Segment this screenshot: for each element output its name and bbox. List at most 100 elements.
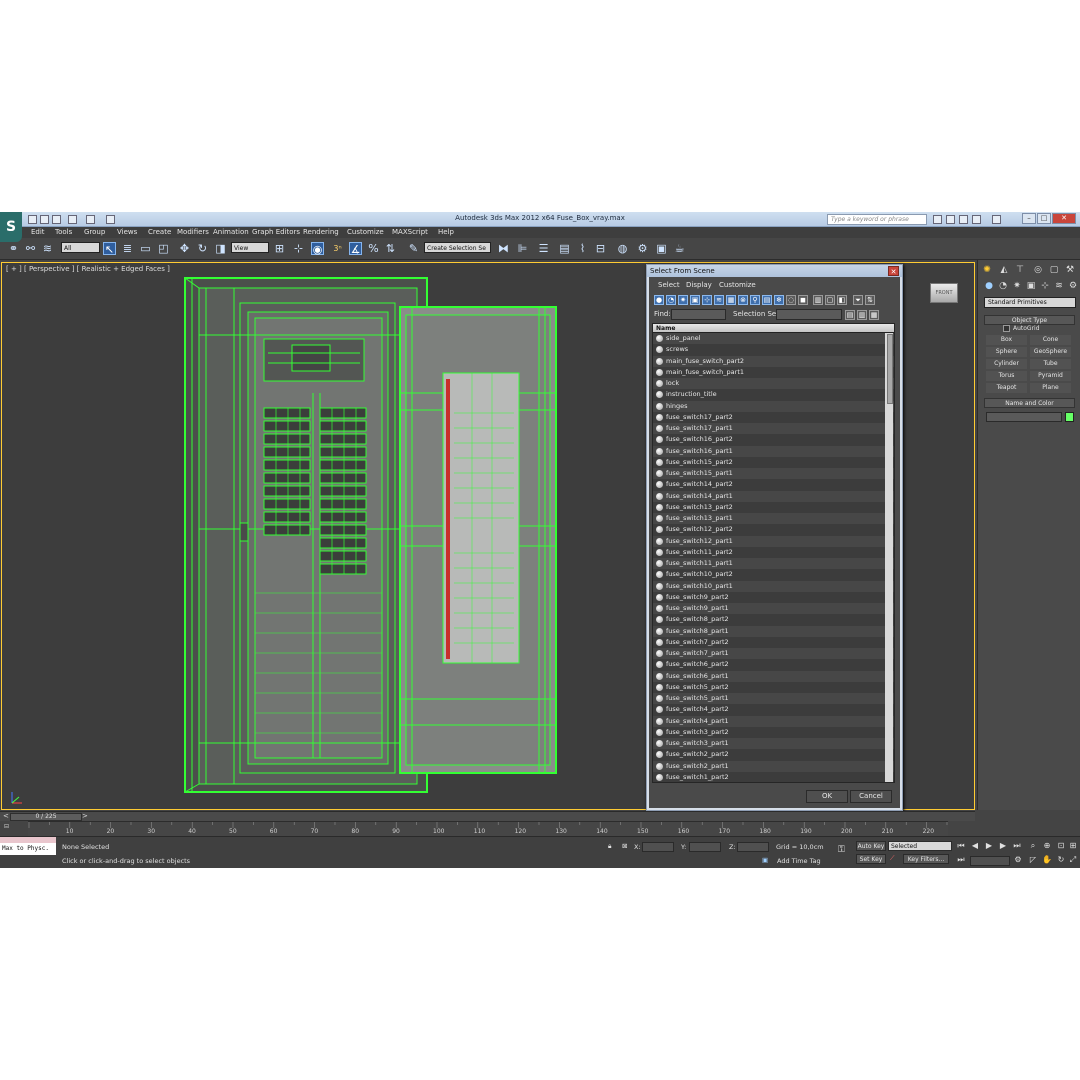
keyboard-shortcut-override-icon[interactable]: ◉ (311, 242, 324, 256)
selection-set-add-icon[interactable]: ▥ (857, 310, 867, 320)
list-item[interactable]: fuse_switch2_part1 (653, 760, 894, 772)
list-item[interactable]: fuse_switch16_part2 (653, 434, 894, 446)
menu-customize[interactable]: Customize (347, 228, 384, 236)
key-filters-button[interactable]: Key Filters... (903, 854, 949, 864)
z-coordinate-input[interactable] (737, 842, 769, 852)
dialog-close-button[interactable]: ✕ (888, 266, 899, 276)
list-item[interactable]: fuse_switch14_part1 (653, 490, 894, 502)
spinner-snap-icon[interactable]: ⇅ (384, 242, 397, 255)
cameras-icon[interactable]: ▣ (1025, 280, 1037, 292)
list-item[interactable]: side_panel (653, 333, 894, 345)
scene-object-list[interactable]: Name side_panel screws main_fuse_switch_pa… (652, 323, 895, 783)
modify-tab-icon[interactable]: ◭ (998, 264, 1010, 276)
list-item[interactable]: main_fuse_switch_part2 (653, 355, 894, 367)
search-icon[interactable] (933, 215, 942, 224)
display-all-icon[interactable]: ◼ (798, 295, 808, 305)
geosphere-button[interactable]: GeoSphere (1030, 347, 1071, 357)
object-color-swatch[interactable] (1065, 412, 1074, 422)
select-by-name-icon[interactable]: ≣ (121, 242, 134, 255)
dialog-menu-display[interactable]: Display (686, 281, 712, 289)
list-item[interactable]: fuse_switch9_part2 (653, 591, 894, 603)
minimize-button[interactable]: – (1022, 213, 1036, 224)
list-item[interactable]: fuse_switch4_part1 (653, 715, 894, 727)
bind-space-warp-icon[interactable]: ≋ (41, 242, 54, 255)
list-item[interactable]: fuse_switch12_part1 (653, 535, 894, 547)
move-icon[interactable]: ✥ (178, 242, 191, 255)
cone-button[interactable]: Cone (1030, 335, 1071, 345)
list-item[interactable]: fuse_switch17_part2 (653, 411, 894, 423)
menu-create[interactable]: Create (148, 228, 171, 236)
track-bar[interactable]: 10 20 30 40 50 60 70 80 90 100 110 120 130 140 150 160 1… (28, 821, 948, 836)
close-button[interactable]: ✕ (1052, 213, 1076, 224)
mirror-icon[interactable]: ⧓ (497, 242, 510, 255)
list-item[interactable]: hinges (653, 400, 894, 412)
display-lights-icon[interactable]: ✷ (678, 295, 688, 305)
rendered-frame-window-icon[interactable]: ▣ (655, 242, 668, 255)
display-geometry-icon[interactable]: ● (654, 295, 664, 305)
menu-edit[interactable]: Edit (31, 228, 45, 236)
set-keys-icon[interactable]: ⟋ (890, 854, 895, 863)
cylinder-button[interactable]: Cylinder (986, 359, 1027, 369)
display-helpers-icon[interactable]: ⊹ (702, 295, 712, 305)
menu-tools[interactable]: Tools (55, 228, 72, 236)
render-setup-icon[interactable]: ⚙ (636, 242, 649, 255)
tube-button[interactable]: Tube (1030, 359, 1071, 369)
list-scrollbar-thumb[interactable] (887, 334, 893, 404)
list-item[interactable]: fuse_switch15_part1 (653, 468, 894, 480)
reference-coordinate-select[interactable]: View (231, 242, 269, 253)
angle-snap-icon[interactable]: ∡ (349, 242, 362, 256)
find-input[interactable] (671, 309, 726, 320)
pyramid-button[interactable]: Pyramid (1030, 371, 1071, 381)
object-name-input[interactable] (986, 412, 1062, 422)
sort-icon[interactable]: ⇅ (865, 295, 875, 305)
cancel-button[interactable]: Cancel (850, 790, 892, 803)
menu-animation[interactable]: Animation (213, 228, 249, 236)
viewcube[interactable]: FRONT (930, 283, 958, 303)
list-item[interactable]: fuse_switch1_part2 (653, 771, 894, 782)
edit-named-selection-icon[interactable]: ✎ (407, 242, 420, 255)
systems-icon[interactable]: ⚙ (1067, 280, 1079, 292)
time-slider[interactable]: < 0 / 225 > (0, 811, 975, 821)
render-production-icon[interactable]: ☕ (673, 242, 686, 255)
list-item[interactable]: fuse_switch2_part2 (653, 749, 894, 761)
x-coordinate-input[interactable] (642, 842, 674, 852)
select-all-icon[interactable]: ▥ (813, 295, 823, 305)
selection-set-edit-icon[interactable]: ▤ (845, 310, 855, 320)
motion-tab-icon[interactable]: ◎ (1032, 264, 1044, 276)
menu-modifiers[interactable]: Modifiers (177, 228, 209, 236)
maximize-button[interactable]: □ (1037, 213, 1051, 224)
list-item[interactable]: fuse_switch6_part2 (653, 659, 894, 671)
name-column-header[interactable]: Name (653, 324, 894, 333)
selection-set-select[interactable] (776, 309, 842, 320)
zoom-extents-all-icon[interactable]: ⊞ (1068, 841, 1078, 851)
time-slider-handle[interactable]: 0 / 225 (10, 813, 82, 821)
pivot-center-icon[interactable]: ⊞ (273, 242, 286, 255)
menu-rendering[interactable]: Rendering (303, 228, 339, 236)
list-item[interactable]: fuse_switch7_part1 (653, 648, 894, 660)
rotate-icon[interactable]: ↻ (196, 242, 209, 255)
list-item[interactable]: fuse_switch7_part2 (653, 636, 894, 648)
shapes-icon[interactable]: ◔ (997, 280, 1009, 292)
time-tag-icon[interactable]: ▣ (762, 856, 768, 864)
percent-snap-icon[interactable]: % (367, 242, 380, 255)
select-invert-icon[interactable]: ◧ (837, 295, 847, 305)
list-item[interactable]: fuse_switch3_part2 (653, 726, 894, 738)
torus-button[interactable]: Torus (986, 371, 1027, 381)
list-item[interactable]: fuse_switch6_part1 (653, 670, 894, 682)
dialog-menu-select[interactable]: Select (658, 281, 680, 289)
current-frame-input[interactable] (970, 856, 1010, 866)
geometry-icon[interactable]: ● (983, 280, 995, 292)
dialog-menu-customize[interactable]: Customize (719, 281, 756, 289)
display-frozen-icon[interactable]: ❄ (774, 295, 784, 305)
zoom-extents-icon[interactable]: ⊡ (1056, 841, 1066, 851)
list-item[interactable]: fuse_switch16_part1 (653, 445, 894, 457)
list-item[interactable]: fuse_switch10_part1 (653, 580, 894, 592)
absolute-mode-icon[interactable]: ⊠ (622, 842, 627, 850)
primitive-category-select[interactable]: Standard Primitives (984, 297, 1076, 308)
list-item[interactable]: fuse_switch9_part1 (653, 603, 894, 615)
subscription-icon[interactable] (946, 215, 955, 224)
object-type-rollout[interactable]: Object Type (984, 315, 1075, 325)
graphite-ribbon-icon[interactable]: ▤ (558, 242, 571, 255)
window-crossing-icon[interactable]: ◰ (157, 242, 170, 255)
add-time-tag[interactable]: Add Time Tag (777, 857, 821, 865)
